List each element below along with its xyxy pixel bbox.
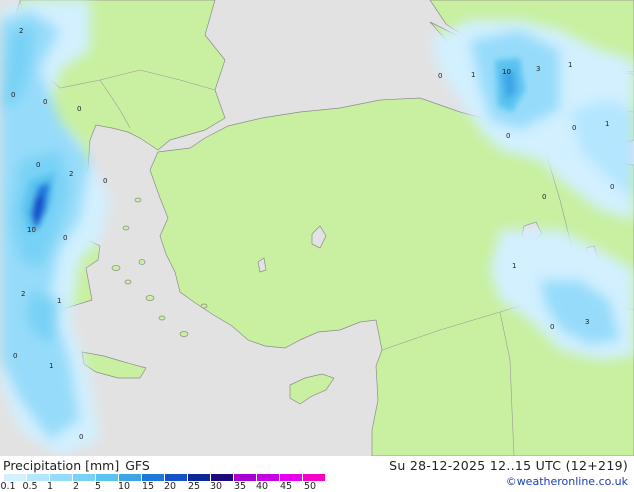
legend-swatch bbox=[280, 474, 303, 481]
precip-label: 1 bbox=[49, 362, 53, 370]
map-title-text: Precipitation [mm] bbox=[3, 458, 120, 473]
legend-tick-label: 0.5 bbox=[22, 481, 38, 492]
precip-label: 0 bbox=[77, 105, 81, 113]
precip-label: 1 bbox=[512, 262, 516, 270]
legend-color-bar bbox=[4, 474, 328, 481]
precip-label: 2 bbox=[21, 290, 25, 298]
map-title: Precipitation [mm] GFS bbox=[3, 458, 150, 473]
legend-tick-label: 10 bbox=[117, 481, 131, 492]
precip-label: 0 bbox=[438, 72, 442, 80]
precip-label: 0 bbox=[610, 183, 614, 191]
precip-label: 0 bbox=[79, 433, 83, 441]
legend-tick-label: 50 bbox=[303, 481, 317, 492]
legend-tick-label: 2 bbox=[72, 481, 80, 492]
precip-label: 0 bbox=[11, 91, 15, 99]
precip-label: 0 bbox=[43, 98, 47, 106]
map-canvas: 2 0 0 0 0 2 0 10 0 2 1 0 1 0 0 1 10 3 1 … bbox=[0, 0, 634, 456]
precip-label: 0 bbox=[36, 161, 40, 169]
precip-label: 1 bbox=[57, 297, 61, 305]
legend-swatch bbox=[4, 474, 27, 481]
legend-tick-label: 0.1 bbox=[0, 481, 16, 492]
precip-label: 0 bbox=[550, 323, 554, 331]
legend-swatch bbox=[303, 474, 326, 481]
legend-swatch bbox=[27, 474, 50, 481]
precip-label: 3 bbox=[585, 318, 589, 326]
legend-swatch bbox=[73, 474, 96, 481]
site-credit[interactable]: ©weatheronline.co.uk bbox=[506, 475, 628, 488]
model-name: GFS bbox=[125, 458, 150, 473]
precip-label: 0 bbox=[542, 193, 546, 201]
precip-label: 10 bbox=[502, 68, 511, 76]
weather-map: 2 0 0 0 0 2 0 10 0 2 1 0 1 0 0 1 10 3 1 … bbox=[0, 0, 634, 456]
precip-label: 0 bbox=[572, 124, 576, 132]
legend-tick-label: 1 bbox=[46, 481, 54, 492]
legend-tick-label: 35 bbox=[233, 481, 247, 492]
precip-label: 2 bbox=[19, 27, 23, 35]
precip-label: 0 bbox=[63, 234, 67, 242]
precip-label: 0 bbox=[13, 352, 17, 360]
legend-tick-label: 25 bbox=[187, 481, 201, 492]
legend-tick-label: 15 bbox=[141, 481, 155, 492]
precip-label: 3 bbox=[536, 65, 540, 73]
legend-swatch bbox=[142, 474, 165, 481]
legend-tick-label: 20 bbox=[163, 481, 177, 492]
legend-swatch bbox=[165, 474, 188, 481]
legend-swatch bbox=[188, 474, 211, 481]
precip-label: 2 bbox=[69, 170, 73, 178]
precip-label: 1 bbox=[471, 71, 475, 79]
legend-swatch bbox=[257, 474, 280, 481]
legend-tick-label: 30 bbox=[209, 481, 223, 492]
precip-label: 0 bbox=[103, 177, 107, 185]
valid-time: Su 28-12-2025 12..15 UTC (12+219) bbox=[389, 458, 628, 473]
legend-tick-label: 5 bbox=[94, 481, 102, 492]
legend-swatch bbox=[234, 474, 257, 481]
map-footer: Precipitation [mm] GFS Su 28-12-2025 12..… bbox=[0, 456, 634, 492]
precip-label: 0 bbox=[506, 132, 510, 140]
legend-swatch bbox=[50, 474, 73, 481]
legend-swatch bbox=[96, 474, 119, 481]
precip-label: 1 bbox=[568, 61, 572, 69]
legend-swatch bbox=[211, 474, 234, 481]
legend-swatch bbox=[119, 474, 142, 481]
legend-tick-label: 40 bbox=[255, 481, 269, 492]
precip-label: 1 bbox=[605, 120, 609, 128]
legend-tick-label: 45 bbox=[279, 481, 293, 492]
precip-label: 10 bbox=[27, 226, 36, 234]
